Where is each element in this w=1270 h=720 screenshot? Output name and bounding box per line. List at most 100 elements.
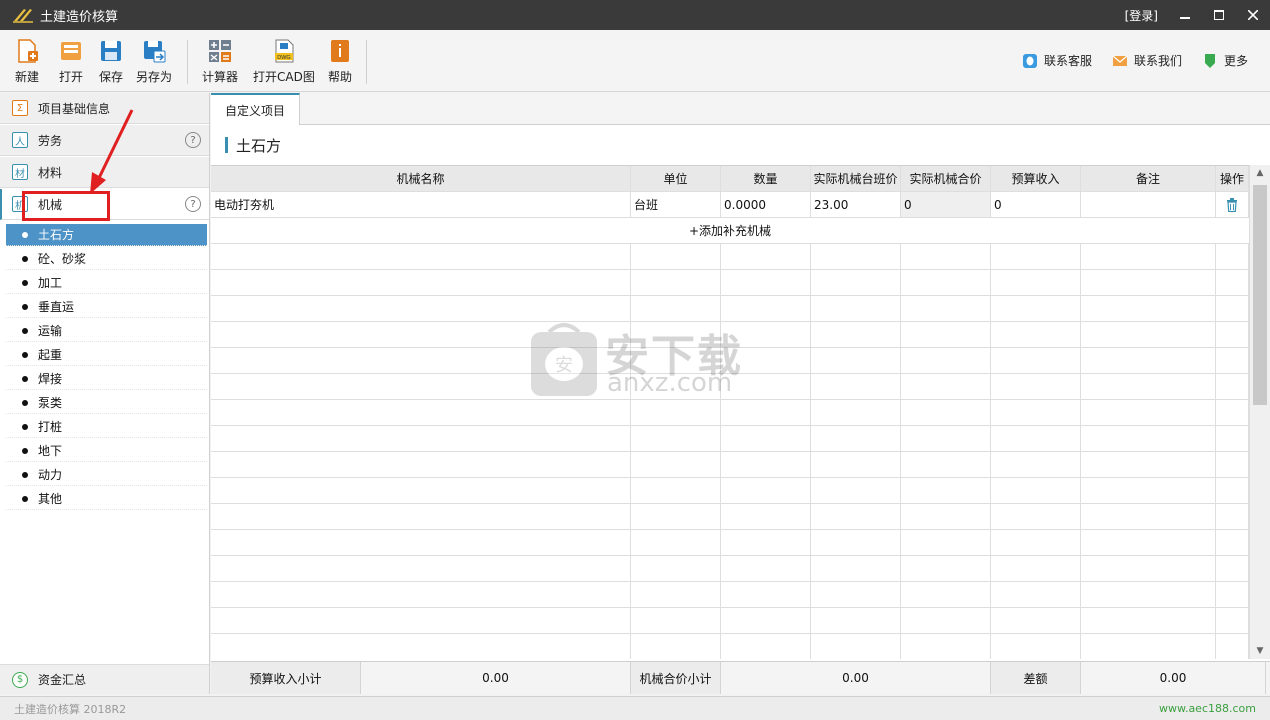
contact-service-button[interactable]: 联系客服 xyxy=(1022,52,1092,69)
tab-bar: 自定义项目 xyxy=(211,93,1270,125)
empty-cell xyxy=(1216,270,1249,295)
scrollbar-thumb[interactable] xyxy=(1253,185,1267,405)
save-as-button[interactable]: 另存为 xyxy=(136,38,172,86)
calculator-button[interactable]: 计算器 xyxy=(202,38,238,86)
empty-cell xyxy=(991,374,1081,399)
bullet-icon xyxy=(22,399,28,406)
status-app-version: 土建造价核算 2018R2 xyxy=(14,702,127,716)
cell-name[interactable]: 电动打夯机 xyxy=(211,192,631,217)
empty-cell xyxy=(721,452,811,477)
column-header[interactable]: 预算收入 xyxy=(991,166,1081,191)
svg-text:DWG: DWG xyxy=(277,55,290,61)
login-link[interactable]: [登录] xyxy=(1125,7,1158,24)
sidebar-sub-item[interactable]: 打桩 xyxy=(6,416,207,438)
toolbar-separator xyxy=(366,40,367,84)
empty-cell xyxy=(721,504,811,529)
empty-cell xyxy=(631,634,721,659)
empty-cell xyxy=(211,556,631,581)
empty-cell xyxy=(721,270,811,295)
column-header[interactable]: 实际机械台班价 xyxy=(811,166,901,191)
empty-cell xyxy=(631,452,721,477)
empty-cell xyxy=(811,322,901,347)
sidebar-sub-item[interactable]: 动力 xyxy=(6,464,207,486)
add-machine-button[interactable]: +添加补充机械 xyxy=(211,218,1249,244)
tab-custom-project[interactable]: 自定义项目 xyxy=(211,93,301,125)
cell-qty[interactable]: 0.0000 xyxy=(721,192,811,217)
empty-cell xyxy=(811,426,901,451)
sidebar-sub-item[interactable]: 土石方 xyxy=(6,224,207,246)
empty-cell xyxy=(1081,348,1216,373)
empty-cell xyxy=(1081,504,1216,529)
table-header-row: 机械名称 单位 数量 实际机械台班价 实际机械合价 预算收入 备注 操作 xyxy=(211,166,1249,192)
contact-us-button[interactable]: 联系我们 xyxy=(1112,52,1182,69)
scroll-down-icon[interactable]: ▼ xyxy=(1250,643,1270,659)
vertical-scrollbar[interactable]: ▲ ▼ xyxy=(1249,165,1270,659)
sidebar-sub-item[interactable]: 地下 xyxy=(6,440,207,462)
empty-cell xyxy=(721,556,811,581)
column-header[interactable]: 备注 xyxy=(1081,166,1216,191)
cell-budget[interactable]: 0 xyxy=(991,192,1081,217)
column-header[interactable]: 机械名称 xyxy=(211,166,631,191)
maximize-button[interactable] xyxy=(1202,0,1236,30)
sidebar-sub-item[interactable]: 加工 xyxy=(6,272,207,294)
maximize-icon xyxy=(1214,10,1224,20)
open-button[interactable]: 打开 xyxy=(58,38,84,86)
empty-table-row xyxy=(211,452,1249,478)
difference-label: 差额 xyxy=(991,662,1081,694)
sidebar-sub-item[interactable]: 泵类 xyxy=(6,392,207,414)
empty-cell xyxy=(721,608,811,633)
more-button[interactable]: 更多 xyxy=(1202,52,1248,69)
empty-cell xyxy=(811,504,901,529)
help-circle-icon[interactable]: ? xyxy=(185,196,201,212)
empty-cell xyxy=(211,634,631,659)
empty-table-row xyxy=(211,582,1249,608)
bullet-icon xyxy=(22,495,28,502)
empty-cell xyxy=(211,244,631,269)
empty-cell xyxy=(1081,634,1216,659)
trash-icon[interactable] xyxy=(1226,197,1238,212)
empty-cell xyxy=(991,556,1081,581)
close-button[interactable] xyxy=(1236,0,1270,30)
watermark: 安 安下载 anxz.com xyxy=(527,318,747,402)
title-bar: 土建造价核算 [登录] xyxy=(0,0,1270,30)
table-row: 电动打夯机 台班 0.0000 23.00 0 0 xyxy=(211,192,1249,218)
empty-cell xyxy=(1081,296,1216,321)
cell-unit[interactable]: 台班 xyxy=(631,192,721,217)
open-cad-button[interactable]: DWG 打开CAD图 xyxy=(253,38,315,86)
sidebar-sub-item[interactable]: 运输 xyxy=(6,320,207,342)
sidebar-sub-item[interactable]: 其他 xyxy=(6,488,207,510)
save-button[interactable]: 保存 xyxy=(98,38,124,86)
empty-cell xyxy=(991,504,1081,529)
minimize-button[interactable] xyxy=(1168,0,1202,30)
empty-cell xyxy=(631,478,721,503)
bullet-icon xyxy=(22,231,28,238)
sidebar-sub-item[interactable]: 焊接 xyxy=(6,368,207,390)
help-button[interactable]: 帮助 xyxy=(327,38,353,86)
empty-cell xyxy=(1216,244,1249,269)
empty-cell xyxy=(721,634,811,659)
empty-cell xyxy=(1216,478,1249,503)
sidebar-sub-item[interactable]: 起重 xyxy=(6,344,207,366)
qq-icon xyxy=(1023,53,1037,68)
column-header[interactable]: 单位 xyxy=(631,166,721,191)
cell-note[interactable] xyxy=(1081,192,1216,217)
empty-table-row xyxy=(211,530,1249,556)
empty-cell xyxy=(991,322,1081,347)
cell-price[interactable]: 23.00 xyxy=(811,192,901,217)
empty-cell xyxy=(211,452,631,477)
empty-cell xyxy=(901,426,991,451)
new-button[interactable]: 新建 xyxy=(14,38,40,86)
sidebar-item-fund-summary[interactable]: $ 资金汇总 xyxy=(0,664,209,694)
help-circle-icon[interactable]: ? xyxy=(185,132,201,148)
scroll-up-icon[interactable]: ▲ xyxy=(1250,165,1270,181)
empty-cell xyxy=(811,374,901,399)
empty-cell xyxy=(1216,452,1249,477)
column-header[interactable]: 数量 xyxy=(721,166,811,191)
empty-cell xyxy=(631,582,721,607)
empty-cell xyxy=(901,504,991,529)
sidebar-sub-item[interactable]: 垂直运 xyxy=(6,296,207,318)
empty-cell xyxy=(721,478,811,503)
column-header[interactable]: 实际机械合价 xyxy=(901,166,991,191)
save-as-icon xyxy=(144,41,166,63)
sidebar-sub-item[interactable]: 砼、砂浆 xyxy=(6,248,207,270)
